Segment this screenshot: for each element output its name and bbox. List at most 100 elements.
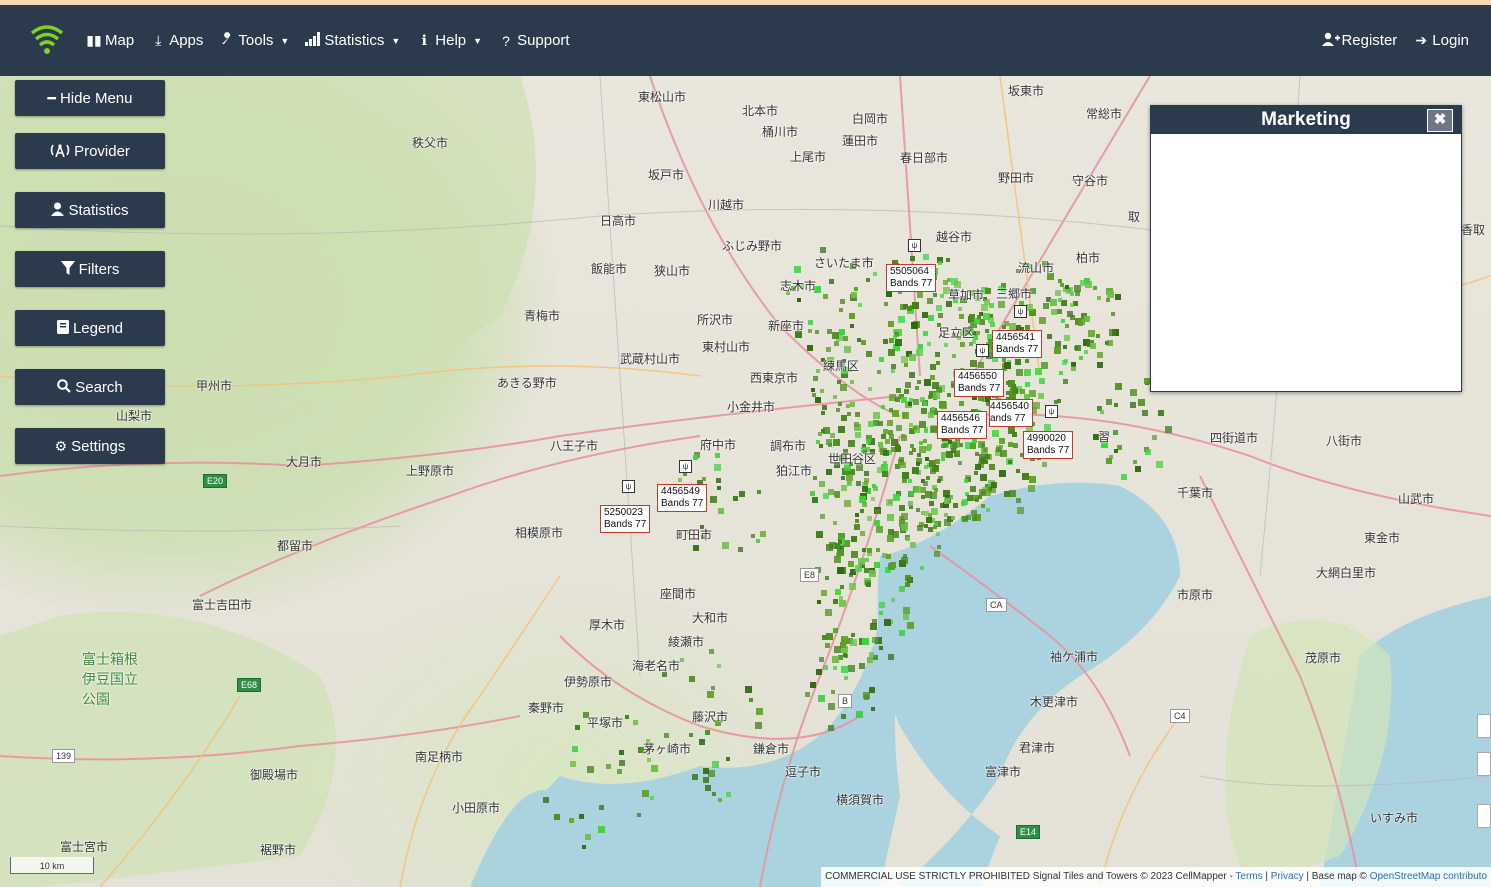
nav-apps-label: Apps	[169, 32, 204, 49]
tower-pin-icon[interactable]: ψ	[976, 344, 989, 357]
place-label: 綾瀬市	[668, 635, 705, 649]
tower-label[interactable]: 4456541 Bands 77	[992, 330, 1043, 358]
place-label: 大和市	[692, 611, 729, 625]
search-icon	[57, 378, 72, 396]
nav-map[interactable]: ▮▮ Map	[86, 32, 134, 49]
tower-pin-icon[interactable]: ψ	[679, 460, 692, 473]
road-shield: E14	[1016, 825, 1041, 839]
close-icon[interactable]: ✖	[1427, 109, 1453, 132]
place-label: 西東京市	[750, 371, 799, 385]
chevron-down-icon: ▼	[473, 35, 483, 46]
tower-label[interactable]: 4456550 Bands 77	[954, 369, 1005, 397]
map-control-button[interactable]	[1477, 752, 1491, 776]
place-label: 川越市	[708, 198, 745, 212]
filters-button[interactable]: Filters	[15, 251, 165, 287]
tower-label[interactable]: 5250023 Bands 77	[600, 505, 651, 533]
tower-id: 5505064	[890, 266, 929, 277]
place-label: 流山市	[1018, 261, 1055, 275]
place-label: 町田市	[676, 528, 713, 542]
settings-button[interactable]: ⚙ Settings	[15, 428, 165, 464]
place-label: 新座市	[768, 319, 805, 333]
tower-label[interactable]: 4456546 Bands 77	[937, 411, 988, 439]
place-label: 八街市	[1326, 434, 1363, 448]
tower-pin-icon[interactable]: ψ	[1045, 405, 1058, 418]
place-label: 平塚市	[587, 716, 624, 730]
attribution-text: COMMERCIAL USE STRICTLY PROHIBITED Signa…	[825, 871, 1236, 882]
settings-label: Settings	[71, 437, 126, 455]
hide-menu-button[interactable]: ━ Hide Menu	[15, 80, 165, 116]
place-label: 横須賀市	[836, 793, 885, 807]
map-control-button[interactable]	[1477, 714, 1491, 738]
nav-help[interactable]: ℹ Help ▼	[416, 32, 482, 49]
road-shield: CA	[986, 598, 1007, 612]
nav-apps[interactable]: ⤓ Apps	[150, 32, 203, 49]
legend-button[interactable]: Legend	[15, 310, 165, 346]
tower-id: 4456546	[941, 413, 980, 424]
nav-statistics[interactable]: Statistics ▼	[305, 32, 400, 49]
place-label: 秦野市	[528, 701, 565, 715]
gear-icon: ⚙	[54, 437, 68, 454]
legend-label: Legend	[72, 319, 124, 337]
chevron-down-icon: ▼	[391, 35, 401, 46]
tower-bands: Bands 77	[958, 383, 1001, 394]
tower-pin-icon[interactable]: ψ	[1014, 305, 1027, 318]
place-label: 山梨市	[116, 409, 153, 423]
place-label: 袖ケ浦市	[1050, 650, 1099, 664]
place-label: 府中市	[700, 438, 737, 452]
tower-pin-icon[interactable]: ψ	[908, 239, 921, 252]
hide-menu-label: Hide Menu	[59, 89, 133, 107]
place-label: 四街道市	[1210, 431, 1259, 445]
terms-link[interactable]: Terms	[1235, 871, 1262, 882]
place-label: 飯能市	[591, 262, 628, 276]
place-label: 厚木市	[589, 618, 626, 632]
road-shield: 139	[52, 749, 76, 763]
tower-id: 4456541	[996, 332, 1035, 343]
nav-support[interactable]: ? Support	[498, 32, 569, 49]
search-label: Search	[75, 378, 123, 396]
place-label: 君津市	[1019, 741, 1056, 755]
nav-login[interactable]: ➔ Login	[1413, 32, 1469, 49]
tower-label[interactable]: 4456549 Bands 77	[657, 484, 708, 512]
place-label: さいたま市	[814, 256, 874, 270]
attribution-sep: |	[1262, 871, 1271, 882]
place-label: 狛江市	[776, 464, 813, 478]
info-icon: ℹ	[421, 32, 427, 48]
nav-register-label: Register	[1341, 32, 1398, 49]
map-control-button[interactable]	[1477, 804, 1491, 828]
place-label: 茂原市	[1305, 651, 1342, 665]
place-label: 桶川市	[762, 125, 799, 139]
tower-label[interactable]: 5505064 Bands 77	[886, 264, 937, 292]
nav-register[interactable]: Register	[1322, 32, 1397, 49]
place-label: 志木市	[780, 279, 817, 293]
tower-bands: Bands 77	[941, 425, 984, 436]
minus-icon: ━	[47, 89, 56, 106]
wifi-logo-icon[interactable]	[30, 23, 64, 57]
place-label: 白岡市	[852, 112, 889, 126]
tower-pin-icon[interactable]: ψ	[622, 480, 635, 493]
place-label: 練馬区	[823, 359, 860, 373]
place-label: 春日部市	[900, 151, 949, 165]
tower-label[interactable]: 4990020 Bands 77	[1023, 431, 1074, 459]
osm-link[interactable]: OpenStreetMap contributo	[1370, 871, 1487, 882]
place-label: 所沢市	[697, 313, 734, 327]
tower-label[interactable]: 4456540 ands 77	[989, 399, 1033, 427]
place-label: 坂戸市	[648, 168, 685, 182]
place-label: 武蔵村山市	[620, 352, 681, 366]
question-icon: ?	[502, 32, 510, 49]
place-label: 山武市	[1398, 492, 1435, 506]
place-label: 上野原市	[406, 464, 455, 478]
place-label: 茅ヶ崎市	[643, 742, 692, 756]
place-label: 小金井市	[727, 400, 776, 414]
place-label: 青梅市	[524, 309, 561, 323]
provider-button[interactable]: Provider	[15, 133, 165, 169]
privacy-link[interactable]: Privacy	[1271, 871, 1304, 882]
place-label: 富津市	[985, 765, 1022, 779]
statistics-button[interactable]: Statistics	[15, 192, 165, 228]
nav-help-label: Help	[435, 32, 467, 49]
nav-tools[interactable]: Tools ▼	[219, 32, 289, 49]
nav-tools-label: Tools	[238, 32, 274, 49]
place-label: いすみ市	[1370, 811, 1419, 825]
place-label: 蓮田市	[842, 134, 879, 148]
search-button[interactable]: Search	[15, 369, 165, 405]
place-label: 八王子市	[550, 439, 599, 453]
